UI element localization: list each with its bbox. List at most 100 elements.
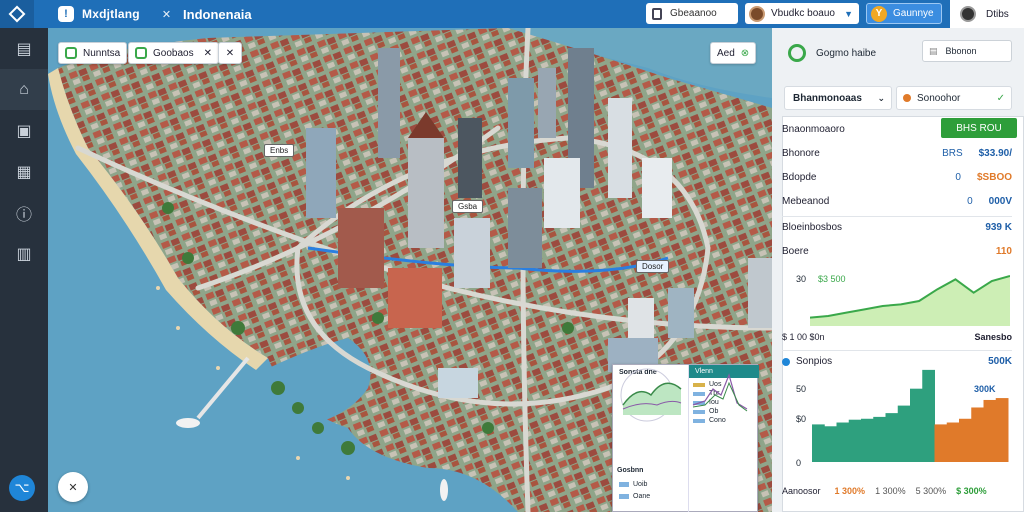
coins-button[interactable]: Y Gaunnye: [866, 3, 942, 24]
inset-left-footer: Gosbnn: [617, 467, 644, 474]
search-input[interactable]: [670, 8, 730, 19]
row-value: $SBOO: [976, 171, 1012, 183]
area-fill: [810, 276, 1010, 326]
chart1-sub-row: Boere 110: [782, 240, 1012, 262]
row-label: Mebeanod: [782, 195, 830, 207]
chart2-footer-row: Aanoosor 1 300% 1 300% 5 300% $ 300%: [782, 480, 1012, 502]
user-name: Vbudkc boauo: [771, 8, 835, 19]
profile-avatar: [960, 6, 976, 22]
map-marker-label[interactable]: Gsba: [452, 200, 484, 213]
row-value: 000V: [988, 195, 1012, 207]
chart1-title: Bloeinbosbos: [782, 222, 843, 233]
region-title[interactable]: Indonenaia: [183, 7, 252, 22]
chart1-value: 939 K: [985, 222, 1012, 233]
check-icon: ✓: [996, 92, 1005, 104]
table-row[interactable]: Mebeanod 0 000V: [782, 190, 1012, 212]
tools-icon[interactable]: ✕: [218, 42, 242, 64]
bar: [897, 405, 911, 462]
chart2-ylabel: $0: [796, 414, 807, 424]
bar: [934, 424, 948, 462]
bar: [995, 398, 1009, 462]
row-label: Bhonore: [782, 147, 820, 159]
bar: [946, 422, 960, 462]
inset-list-item: Cono: [693, 416, 755, 425]
chevron-down-icon: ⌄: [877, 92, 885, 103]
profile-label: Dtibs: [986, 8, 1009, 20]
legend-swatch: [693, 418, 705, 423]
chart-icon[interactable]: ▥: [0, 233, 48, 274]
table-row[interactable]: Bdopde 0 $SBOO: [782, 166, 1012, 188]
search-icon: [652, 7, 662, 20]
chart1-footer-right: Sanesbo: [974, 332, 1012, 342]
status-ring-icon: [788, 44, 806, 62]
bar: [971, 407, 984, 462]
layers-icon[interactable]: ▤: [0, 28, 48, 69]
calendar-icon[interactable]: ▦: [0, 151, 48, 192]
bar: [873, 416, 886, 462]
diamond-icon: [8, 5, 26, 23]
chart1-footer-row: $ 1 00 $0n Sanesbo: [782, 326, 1012, 348]
close-tab-icon[interactable]: ✕: [162, 8, 171, 21]
bar: [861, 418, 874, 462]
map-filter-button[interactable]: Nunntsa: [58, 42, 128, 64]
table-row[interactable]: Bhonore BRS $33.90/: [782, 142, 1012, 164]
app-root: ! Mxdjtlang ✕ Indonenaia Vbudkc boauo ▼ …: [0, 0, 1024, 512]
map-action-button[interactable]: Aed ⊗: [710, 42, 757, 64]
primary-action-button[interactable]: BHS ROU: [941, 118, 1017, 138]
app-icon: !: [58, 6, 74, 22]
inset-legend-label: Uoib: [633, 481, 648, 488]
panel-dropdown[interactable]: Bhanmonoaas ⌄: [784, 86, 892, 110]
inset-left: Sonsta dne Gosbnn Uoib Oane: [613, 365, 689, 512]
panel-header-title: Gogmo haibe: [816, 47, 877, 59]
logo[interactable]: [0, 0, 34, 28]
chart2-footer-value: 5 300%: [915, 486, 947, 496]
sidebar: ▤ ⌂ ▣ ▦ ⓘ ▥ ⌥: [0, 28, 48, 512]
branch-icon[interactable]: ⌥: [9, 475, 35, 501]
info-panel: Gogmo haibe ▤ Bbonon Bhanmonoaas ⌄ Sonoo…: [772, 28, 1024, 512]
inset-line-chart: [620, 368, 682, 422]
layer-icon: [135, 47, 147, 59]
inset-chart-panel[interactable]: Sonsta dne Gosbnn Uoib Oane Vlenn Uos Tbr…: [612, 364, 759, 512]
app-title: Mxdjtlang: [82, 7, 140, 21]
search-box[interactable]: [646, 3, 738, 24]
chart2-ylabel: 0: [796, 458, 802, 468]
bar: [910, 388, 923, 462]
chart1-footer-left: $ 1 00 $0n: [782, 332, 825, 342]
map-layer-label: Goobaos: [153, 47, 194, 59]
bar: [848, 419, 862, 462]
bar: [836, 422, 850, 462]
map-layer-button[interactable]: Goobaos ✕: [128, 42, 219, 64]
inset-list-label: Cono: [709, 417, 726, 424]
inset-spark-chart: [692, 373, 748, 412]
tools-fab-icon[interactable]: ✕: [58, 472, 88, 502]
bar: [922, 369, 935, 462]
panel-header-button[interactable]: ▤ Bbonon: [922, 40, 1012, 62]
info-icon[interactable]: ⓘ: [0, 192, 48, 233]
coins-label: Gaunnye: [893, 8, 934, 19]
chart2-footer-value: $ 300%: [956, 486, 987, 496]
row-tag: 0: [967, 195, 973, 207]
inset-legend-row: Oane: [619, 493, 650, 500]
avatar: [749, 5, 765, 22]
bar-chart: [812, 369, 1009, 462]
top-bar: ! Mxdjtlang ✕ Indonenaia Vbudkc boauo ▼ …: [0, 0, 1024, 28]
home-icon[interactable]: ⌂: [0, 69, 48, 110]
map-marker-label[interactable]: Enbs: [264, 144, 295, 157]
row-tag: BRS: [942, 147, 963, 159]
coin-icon: Y: [871, 5, 887, 22]
close-icon[interactable]: ✕: [204, 48, 212, 59]
city-map[interactable]: Nunntsa Goobaos ✕ ✕ Aed ⊗ Enbs Gsba Doso…: [48, 28, 772, 512]
chart2-ylabel: 300K: [974, 384, 996, 394]
user-menu[interactable]: Vbudkc boauo ▼: [745, 3, 859, 24]
panel-header: Gogmo haibe ▤ Bbonon: [782, 38, 1016, 68]
chart1-title-row: Bloeinbosbos 939 K: [782, 216, 1012, 238]
tag-dot-icon: [903, 94, 911, 102]
profile-button[interactable]: Dtibs: [950, 0, 1024, 28]
panel-tag[interactable]: Sonoohor ✓: [896, 86, 1012, 110]
filter-icon: [65, 47, 77, 59]
chart2-footer-value: 1 300%: [834, 486, 866, 496]
inset-right: Vlenn Uos Tbr Iou Ob Cono: [689, 365, 759, 512]
building-icon[interactable]: ▣: [0, 110, 48, 151]
map-marker-label[interactable]: Dosor: [636, 260, 670, 273]
inset-legend-label: Oane: [633, 493, 651, 500]
